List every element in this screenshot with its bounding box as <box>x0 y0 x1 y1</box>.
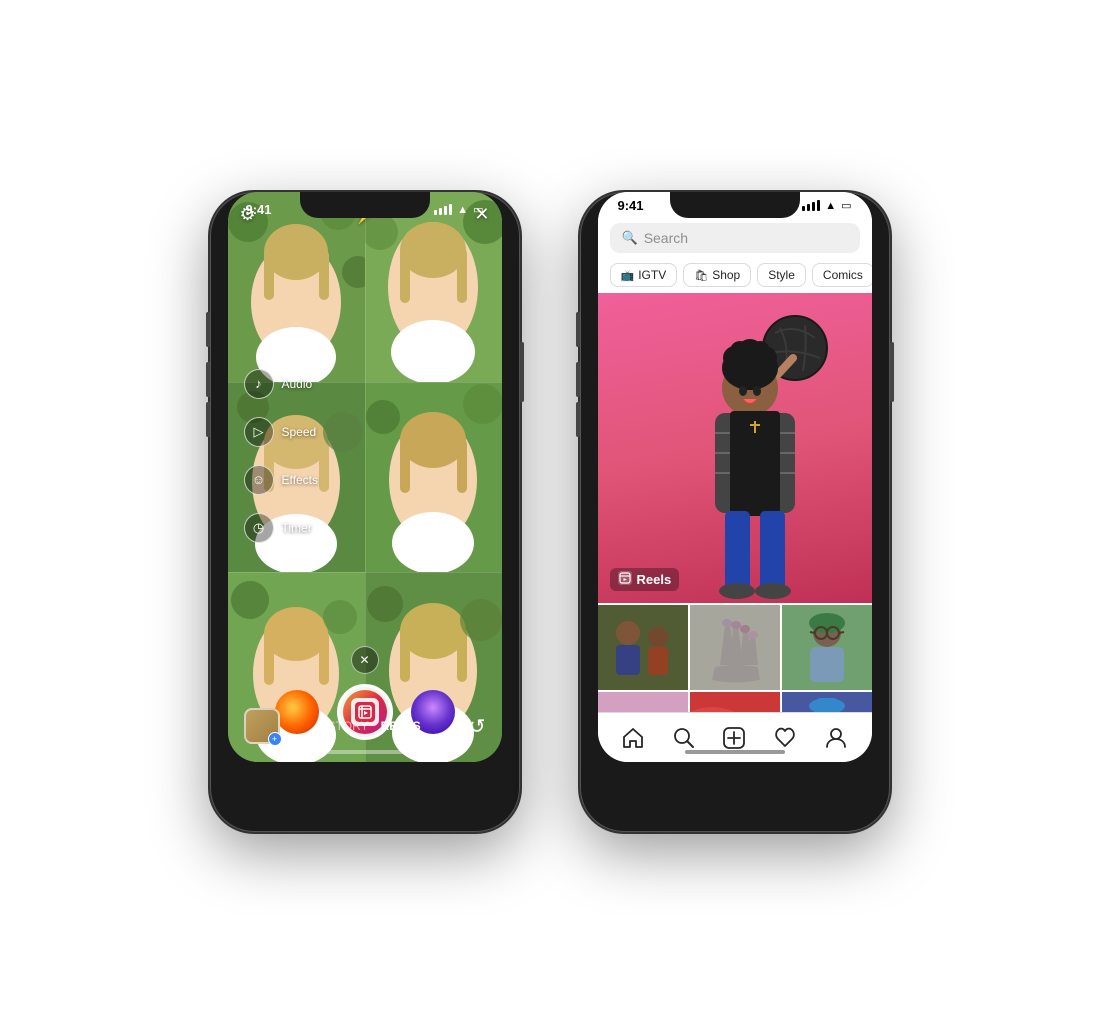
search-bar[interactable]: 🔍 Search <box>610 223 860 253</box>
nav-add[interactable] <box>723 727 745 749</box>
left-screen: 9:41 ▲ ▭ ⚙ ⚡ ✕ <box>228 192 502 762</box>
battery-icon-left: ▭ <box>473 203 483 216</box>
menu-item-timer[interactable]: ◷ Timer <box>244 513 490 543</box>
timer-icon: ◷ <box>253 520 264 536</box>
speed-circle: ▷ <box>244 417 274 447</box>
tab-comics[interactable]: Comics <box>812 263 872 287</box>
home-indicator-left <box>315 750 415 754</box>
flip-camera-button[interactable]: ↺ <box>469 714 486 739</box>
igtv-icon: 📺 <box>621 269 635 282</box>
battery-icon-right: ▭ <box>841 199 851 212</box>
right-phone: 9:41 ▲ ▭ 🔍 Search 📺 I <box>580 192 890 832</box>
home-indicator-right <box>685 750 785 754</box>
thumb-item-1[interactable] <box>598 605 688 690</box>
gallery-thumbnail[interactable]: + <box>244 708 280 744</box>
player-figure <box>655 303 855 603</box>
filter-tabs-container: 📺 IGTV 🛍 Shop Style Comics TV & Movies <box>598 259 872 293</box>
signal-icon-right <box>802 200 820 211</box>
camera-overlay: ⚙ ⚡ ✕ ♪ Audio ▷ Speed <box>228 192 502 762</box>
audio-icon: ♪ <box>255 376 262 391</box>
shop-icon: 🛍 <box>694 269 708 282</box>
wifi-icon-left: ▲ <box>457 204 468 216</box>
timer-label: Timer <box>282 521 312 535</box>
tab-style[interactable]: Style <box>757 263 806 287</box>
speed-label: Speed <box>282 425 317 439</box>
layout-close-icon: ✕ <box>359 653 369 667</box>
search-icon: 🔍 <box>622 230 638 246</box>
thumbnail-grid <box>598 603 872 712</box>
speed-icon: ▷ <box>254 424 264 440</box>
bottom-bar-left: + STORY REELS ↺ <box>228 700 502 744</box>
effects-circle: ☺ <box>244 465 274 495</box>
nav-search[interactable] <box>673 727 695 749</box>
nav-home[interactable] <box>622 727 644 749</box>
effects-label: Effects <box>282 473 318 487</box>
menu-item-effects[interactable]: ☺ Effects <box>244 465 490 495</box>
audio-label: Audio <box>282 377 313 391</box>
thumb-item-5[interactable] <box>690 692 780 712</box>
tab-igtv-label: IGTV <box>638 268 666 282</box>
tab-style-label: Style <box>768 268 795 282</box>
menu-item-audio[interactable]: ♪ Audio <box>244 369 490 399</box>
tab-story[interactable]: STORY <box>328 719 369 733</box>
status-icons-right: ▲ ▭ <box>802 199 851 212</box>
tab-comics-label: Comics <box>823 268 863 282</box>
tab-igtv[interactable]: 📺 IGTV <box>610 263 678 287</box>
wifi-icon-right: ▲ <box>825 200 836 212</box>
left-phone: 9:41 ▲ ▭ ⚙ ⚡ ✕ <box>210 192 520 832</box>
reels-badge-text: Reels <box>637 572 672 587</box>
reels-badge-icon <box>618 571 632 588</box>
tab-shop-label: Shop <box>712 268 740 282</box>
reels-badge: Reels <box>610 568 680 591</box>
right-screen: 9:41 ▲ ▭ 🔍 Search 📺 I <box>598 192 872 762</box>
status-icons-left: ▲ ▭ <box>434 203 483 216</box>
menu-item-speed[interactable]: ▷ Speed <box>244 417 490 447</box>
thumb-item-3[interactable] <box>782 605 872 690</box>
camera-menu: ♪ Audio ▷ Speed ☺ Effects <box>240 369 490 543</box>
thumb-item-6[interactable] <box>782 692 872 712</box>
time-left: 9:41 <box>246 202 272 217</box>
thumb-item-2[interactable] <box>690 605 780 690</box>
bottom-nav <box>598 712 872 762</box>
nav-profile[interactable] <box>825 727 847 749</box>
search-input[interactable]: Search <box>644 230 688 246</box>
search-container: 🔍 Search <box>598 217 872 259</box>
status-bar-left: 9:41 ▲ ▭ <box>228 192 502 221</box>
time-right: 9:41 <box>618 198 644 213</box>
tab-shop[interactable]: 🛍 Shop <box>683 263 751 287</box>
tab-reels[interactable]: REELS <box>381 719 421 733</box>
thumb-item-4[interactable] <box>598 692 688 712</box>
gallery-plus-icon: + <box>268 732 282 746</box>
notch-right <box>670 192 800 218</box>
effects-icon: ☺ <box>252 472 265 487</box>
explore-content: Reels <box>598 293 872 712</box>
mode-tabs: STORY REELS <box>328 719 421 733</box>
layout-close-button[interactable]: ✕ <box>351 646 379 674</box>
signal-icon-left <box>434 204 452 215</box>
audio-circle: ♪ <box>244 369 274 399</box>
reels-featured-image[interactable]: Reels <box>598 293 872 603</box>
bottom-mode-bar: + STORY REELS ↺ <box>228 700 502 744</box>
nav-likes[interactable] <box>774 727 796 749</box>
timer-circle: ◷ <box>244 513 274 543</box>
